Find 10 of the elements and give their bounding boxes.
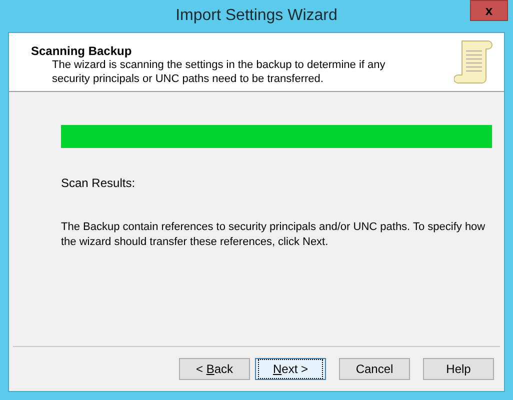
page-title: Scanning Backup: [31, 44, 133, 58]
scan-results-label: Scan Results:: [61, 176, 136, 190]
page-description: The wizard is scanning the settings in the backup to determine if any security principals or UNC paths need to be transferred.: [51, 58, 386, 86]
window-title: Import Settings Wizard: [176, 7, 338, 25]
dialog-button[interactable]: Next >: [255, 358, 326, 380]
dialog-button[interactable]: Cancel: [339, 358, 410, 380]
result-message: The Backup contain references to security principals and/or UNC paths. To specify how the wizard should transfer these references, click Next.: [61, 220, 486, 250]
dialog-button[interactable]: Help: [423, 358, 494, 380]
dialog-button[interactable]: < Back: [179, 358, 250, 380]
close-button[interactable]: x: [470, 0, 508, 21]
